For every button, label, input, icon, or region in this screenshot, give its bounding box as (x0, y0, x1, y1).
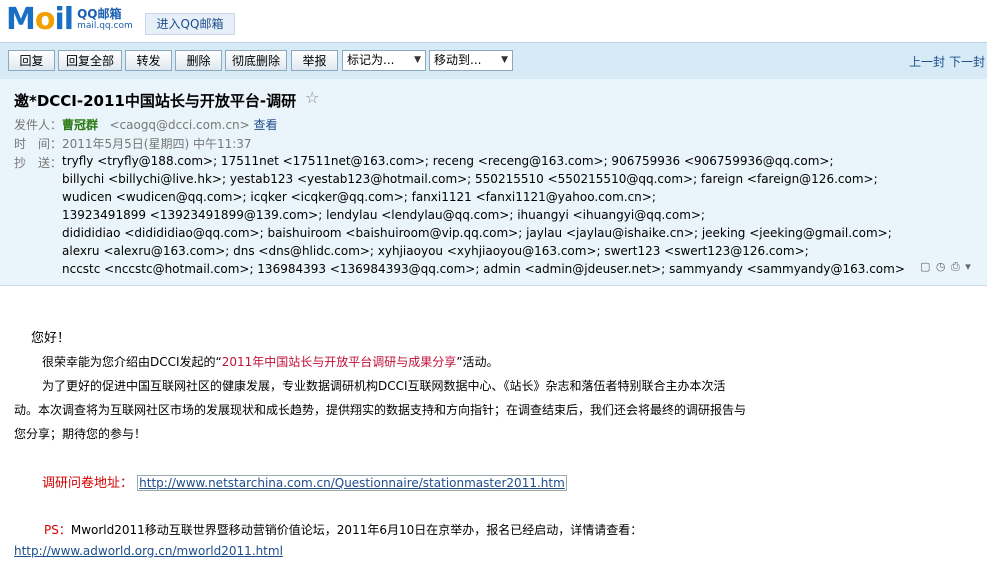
sender-address: <caogq@dcci.com.cn> (109, 118, 250, 132)
report-button[interactable]: 举报 (291, 50, 338, 71)
paragraph-2-line-2: 动。本次调查将为互联网社区市场的发展现状和成长趋势，提供翔实的数据支持和方向指针… (14, 403, 747, 417)
header-tool-icons[interactable]: ▢ ◷ ⎙ ▾ (920, 260, 972, 274)
cc-line: tryfly <tryfly@188.com>; 17511net <17511… (62, 154, 834, 168)
logo-wordmark: Moil (6, 2, 74, 37)
sender-info: 曹冠群 <caogq@dcci.com.cn> 查看 (62, 116, 278, 133)
cc-line: nccstc <nccstc@hotmail.com>; 136984393 <… (62, 262, 905, 276)
mworld-link[interactable]: http://www.adworld.org.cn/mworld2011.htm… (14, 544, 283, 558)
mail-header: 邀*DCCI-2011中国站长与开放平台-调研 ☆ 发件人： 曹冠群 <caog… (0, 79, 987, 286)
delete-button[interactable]: 删除 (175, 50, 222, 71)
greeting: 您好！ (31, 331, 71, 346)
logo-domain: mail.qq.com (77, 21, 133, 31)
paragraph-2-line-1: 为了更好的促进中国互联网社区的健康发展，专业数据调研机构DCCI互联网数据中心、… (42, 379, 726, 393)
chevron-down-icon: ▼ (414, 55, 421, 65)
prev-mail-link[interactable]: 上一封 (909, 53, 945, 70)
ps-label: PS： (44, 523, 71, 537)
reply-button[interactable]: 回复 (8, 50, 55, 71)
mail-subject: 邀*DCCI-2011中国站长与开放平台-调研 (14, 92, 297, 110)
ps-row: PS：Mworld2011移动互联世界暨移动营销价值论坛，2011年6月10日在… (44, 521, 642, 538)
time-label: 时 间： (14, 137, 63, 151)
time-value: 2011年5月5日(星期四) 中午11:37 (62, 137, 252, 151)
cc-label: 抄 送： (14, 156, 63, 170)
next-mail-link[interactable]: 下一封 (949, 53, 985, 70)
sender-label: 发件人： (14, 118, 63, 132)
cc-line: 13923491899 <13923491899@139.com>; lendy… (62, 208, 705, 222)
move-to-select[interactable]: 移动到... ▼ (429, 50, 513, 71)
enter-qq-mail-link[interactable]: 进入QQ邮箱 (145, 13, 235, 35)
top-bar: Moil QQ邮箱 mail.qq.com 进入QQ邮箱 (0, 0, 987, 42)
permanent-delete-button[interactable]: 彻底删除 (225, 50, 287, 71)
survey-row: 调研问卷地址： http://www.netstarchina.com.cn/Q… (42, 472, 567, 491)
cc-line: wudicen <wudicen@qq.com>; icqker <icqker… (62, 190, 656, 204)
survey-label: 调研问卷地址： (42, 476, 134, 491)
mark-as-select[interactable]: 标记为... ▼ (342, 50, 426, 71)
chevron-down-icon: ▼ (501, 55, 508, 65)
survey-link[interactable]: http://www.netstarchina.com.cn/Questionn… (137, 475, 567, 491)
star-icon[interactable]: ☆ (305, 88, 319, 107)
sender-name[interactable]: 曹冠群 (62, 118, 98, 132)
qq-mail-logo[interactable]: Moil QQ邮箱 mail.qq.com (6, 4, 133, 36)
reply-all-button[interactable]: 回复全部 (58, 50, 122, 71)
view-sender-link[interactable]: 查看 (254, 118, 278, 132)
cc-line: didididiao <didididiao@qq.com>; baishuir… (62, 226, 892, 240)
campaign-title: 2011年中国站长与开放平台调研与成果分享 (221, 355, 457, 369)
ps-text: Mworld2011移动互联世界暨移动营销价值论坛，2011年6月10日在京举办… (70, 523, 643, 537)
paragraph-1: 很荣幸能为您介绍由DCCI发起的“2011年中国站长与开放平台调研与成果分享”活… (42, 355, 499, 369)
cc-line: billychi <billychi@live.hk>; yestab123 <… (62, 172, 878, 186)
mail-toolbar: 回复 回复全部 转发 删除 彻底删除 举报 标记为... ▼ 移动到... ▼ 上一… (0, 42, 987, 80)
forward-button[interactable]: 转发 (125, 50, 172, 71)
paragraph-2-line-3: 您分享；期待您的参与！ (14, 427, 147, 441)
cc-line: alexru <alexru@163.com>; dns <dns@hlidc.… (62, 244, 809, 258)
logo-title: QQ邮箱 (77, 7, 122, 21)
